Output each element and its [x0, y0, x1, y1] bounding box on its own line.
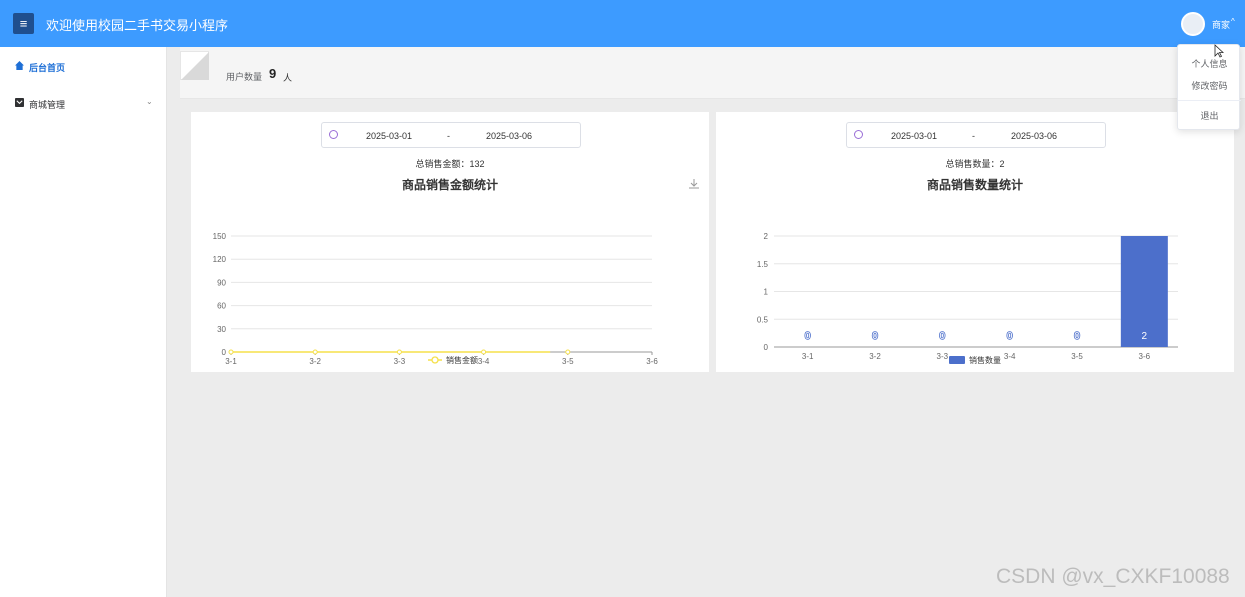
data-label: 0 — [805, 331, 811, 342]
sidebar-item-dashboard[interactable]: 后台首页 — [0, 56, 167, 76]
y-tick-label: 1.5 — [757, 260, 769, 269]
y-tick-label: 60 — [217, 302, 226, 311]
data-label: 2 — [1142, 331, 1148, 342]
legend-label: 销售金额 — [446, 355, 478, 365]
x-tick-label: 3-2 — [869, 352, 881, 361]
data-label: 0 — [872, 331, 878, 342]
stat-value: 9 — [269, 66, 277, 81]
x-tick-label: 3-3 — [937, 352, 949, 361]
avatar[interactable] — [1181, 12, 1205, 36]
x-tick-label: 3-2 — [309, 357, 321, 366]
y-tick-label: 0 — [764, 343, 769, 352]
chart-title: 商品销售金额统计 — [401, 178, 498, 192]
data-label: 0 — [1007, 331, 1013, 342]
clock-icon — [329, 130, 338, 139]
menu-divider — [1178, 100, 1241, 101]
y-tick-label: 150 — [213, 232, 227, 241]
main-content: 用户数量 9 人 2025-03-01 - 2025-03-06 总销售金额：1… — [167, 47, 1245, 597]
x-tick-label: 3-3 — [394, 357, 406, 366]
y-tick-label: 120 — [213, 255, 227, 264]
stat-label: 用户数量 — [226, 72, 263, 82]
stat-unit: 人 — [283, 73, 293, 83]
y-tick-label: 0 — [222, 348, 227, 357]
data-point — [481, 349, 487, 355]
legend-label: 销售数量 — [969, 355, 1001, 365]
chart-title: 商品销售数量统计 — [926, 178, 1023, 192]
data-point — [228, 349, 234, 355]
sidebar-item-shop[interactable]: 商城管理 ⌄ — [0, 93, 167, 113]
sales-count-card: 2025-03-01 - 2025-03-06 总销售数量：2 商品销售数量统计… — [716, 112, 1234, 372]
sales-count-bar-chart: 0 0.5 1 1.5 2 3-1 0 3-2 0 3-3 0 3-4 0 3-5 0 3-6 2 销售数量 — [757, 232, 1178, 365]
y-tick-label: 90 — [217, 278, 226, 287]
x-tick-label: 3-1 — [225, 357, 237, 366]
date-range-picker[interactable]: 2025-03-01 - 2025-03-06 — [321, 122, 581, 148]
chevron-up-icon[interactable]: ^ — [1231, 17, 1235, 26]
sales-amount-card: 2025-03-01 - 2025-03-06 总销售金额：132 商品销售金额… — [191, 112, 709, 372]
total-sales-count: 总销售数量：2 — [945, 159, 1005, 169]
x-tick-label: 3-4 — [1004, 352, 1016, 361]
start-date[interactable]: 2025-03-01 — [891, 131, 937, 141]
x-tick-label: 3-6 — [646, 357, 658, 366]
menu-item-profile[interactable]: 个人信息 — [1178, 57, 1241, 70]
watermark: CSDN @vx_CXKF10088 — [996, 565, 1230, 588]
user-count-stat: 用户数量 9 人 — [180, 47, 1245, 99]
chevron-down-icon: ⌄ — [146, 97, 153, 106]
user-dropdown-menu: 个人信息 修改密码 退出 — [1177, 44, 1241, 130]
series-line — [231, 351, 551, 353]
x-tick-label: 3-1 — [802, 352, 814, 361]
x-tick-label: 3-5 — [1071, 352, 1083, 361]
end-date[interactable]: 2025-03-06 — [1011, 131, 1057, 141]
user-menu-label[interactable]: 商家 — [1212, 18, 1230, 31]
x-tick-label: 3-4 — [478, 357, 490, 366]
sales-amount-line-chart: 0 30 60 90 120 150 3-1 3-2 3-3 3-4 3-5 3-6 销售金额 — [213, 232, 659, 366]
app-title: 欢迎使用校园二手书交易小程序 — [46, 18, 229, 33]
mouse-cursor-icon — [1214, 44, 1224, 58]
x-tick-label: 3-6 — [1139, 352, 1151, 361]
date-range-picker[interactable]: 2025-03-01 - 2025-03-06 — [846, 122, 1106, 148]
start-date[interactable]: 2025-03-01 — [366, 131, 412, 141]
data-point — [312, 349, 318, 355]
y-tick-label: 30 — [217, 325, 226, 334]
legend-marker — [431, 356, 439, 364]
x-tick-label: 3-5 — [562, 357, 574, 366]
menu-item-change-password[interactable]: 修改密码 — [1178, 79, 1241, 92]
menu-item-logout[interactable]: 退出 — [1178, 109, 1241, 122]
home-icon — [15, 61, 24, 70]
y-tick-label: 2 — [764, 232, 769, 241]
y-tick-label: 1 — [764, 288, 769, 297]
shop-icon — [15, 98, 24, 107]
sidebar-item-label: 商城管理 — [29, 100, 66, 110]
date-separator: - — [447, 131, 450, 141]
total-sales-amount: 总销售金额：132 — [415, 159, 485, 169]
y-tick-label: 0.5 — [757, 315, 769, 324]
data-label: 0 — [940, 331, 946, 342]
sidebar: 后台首页 商城管理 ⌄ — [0, 47, 167, 597]
data-label: 0 — [1074, 331, 1080, 342]
clock-icon — [854, 130, 863, 139]
sidebar-item-label: 后台首页 — [29, 63, 66, 73]
date-separator: - — [972, 131, 975, 141]
data-point — [396, 349, 402, 355]
data-point — [565, 349, 571, 355]
top-header: ≡ 欢迎使用校园二手书交易小程序 商家 ^ — [0, 0, 1245, 47]
download-icon[interactable] — [688, 178, 700, 190]
legend-swatch — [949, 356, 965, 364]
stat-image — [180, 51, 209, 80]
end-date[interactable]: 2025-03-06 — [486, 131, 532, 141]
hamburger-icon[interactable]: ≡ — [13, 13, 34, 34]
